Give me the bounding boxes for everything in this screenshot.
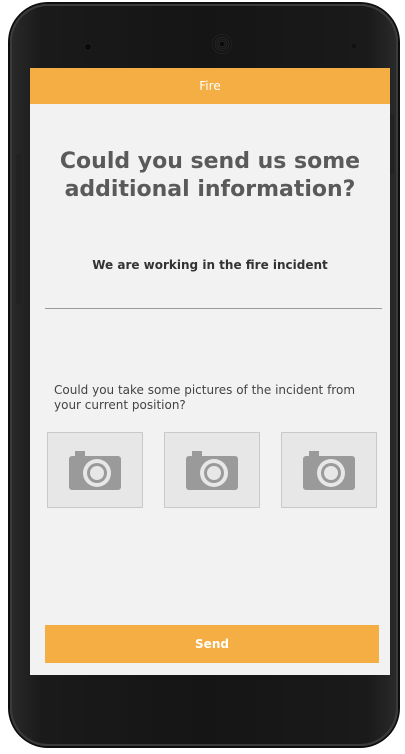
photo-slot-1[interactable]: [47, 432, 143, 508]
photo-slot-3[interactable]: [281, 432, 377, 508]
status-message: We are working in the fire incident: [92, 258, 328, 272]
photo-prompt: Could you take some pictures of the inci…: [54, 383, 356, 412]
front-camera: [85, 44, 91, 50]
earpiece-speaker: [212, 34, 232, 54]
app-bar-title: Fire: [199, 79, 221, 93]
app-bar: Fire: [30, 68, 390, 104]
send-button-label: Send: [195, 637, 229, 651]
app-screen: Fire Could you send us some additional i…: [30, 68, 390, 675]
send-button[interactable]: Send: [45, 625, 379, 663]
volume-button: [16, 154, 22, 304]
page-title: Could you send us some additional inform…: [59, 149, 361, 202]
camera-icon: [303, 451, 355, 490]
divider: [45, 308, 382, 309]
proximity-sensor: [352, 44, 356, 48]
camera-icon: [69, 451, 121, 490]
camera-icon: [186, 451, 238, 490]
photo-slot-2[interactable]: [164, 432, 260, 508]
